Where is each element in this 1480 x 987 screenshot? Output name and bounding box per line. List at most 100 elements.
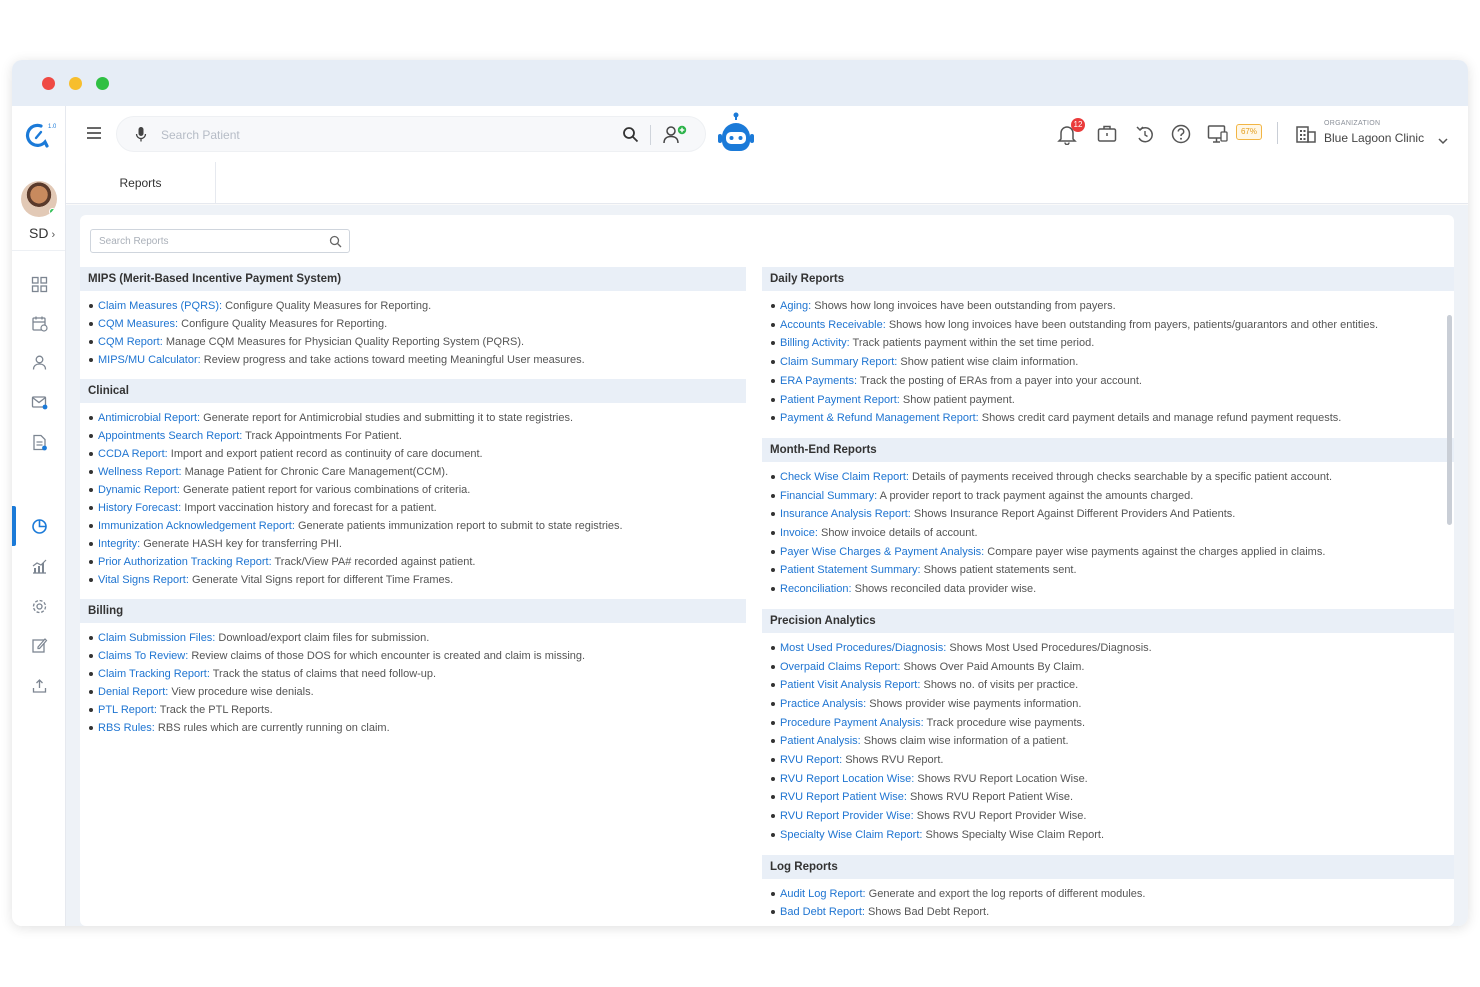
report-item: Claim Submission Files: Download/export … (88, 629, 746, 647)
app-logo-icon[interactable]: 1.0 (22, 120, 57, 150)
report-link[interactable]: CQM Report: (98, 336, 163, 348)
report-link[interactable]: RVU Report: (780, 754, 842, 766)
report-link[interactable]: Patient Visit Analysis Report: (780, 679, 920, 691)
user-menu[interactable]: SD › (29, 225, 55, 241)
briefcase-icon[interactable] (1096, 123, 1118, 145)
report-description: Compare payer wise payments against the … (984, 545, 1326, 558)
assistant-bot-icon[interactable] (716, 112, 756, 156)
report-link[interactable]: Check Wise Claim Report: (780, 471, 909, 483)
window-maximize-button[interactable] (96, 77, 109, 90)
scrollbar-thumb[interactable] (1447, 315, 1452, 525)
report-description: View procedure wise denials. (168, 686, 314, 698)
report-link[interactable]: Insurance Analysis Report: (780, 508, 911, 520)
report-description: Manage Patient for Chronic Care Manageme… (181, 466, 449, 478)
section-title: Daily Reports (762, 267, 1454, 291)
report-link[interactable]: Payer Wise Charges & Payment Analysis: (780, 546, 984, 558)
monitor-icon[interactable] (1207, 123, 1229, 145)
window-close-button[interactable] (42, 77, 55, 90)
search-divider (650, 125, 651, 145)
search-icon[interactable] (329, 235, 342, 248)
report-link[interactable]: Reconciliation: (780, 583, 852, 595)
report-link[interactable]: ERA Payments: (780, 375, 857, 387)
report-description: Shows claim wise information of a patien… (860, 735, 1069, 748)
report-link[interactable]: Financial Summary: (780, 490, 877, 502)
report-link[interactable]: RVU Report Provider Wise: (780, 810, 914, 822)
report-description: Shows credit card payment details and ma… (978, 412, 1342, 425)
report-link[interactable]: Accounts Receivable: (780, 319, 886, 331)
hamburger-menu-icon[interactable] (86, 126, 102, 140)
report-description: Download/export claim files for submissi… (215, 632, 430, 644)
report-link[interactable]: RVU Report Patient Wise: (780, 791, 907, 803)
report-link[interactable]: Appointments Search Report: (98, 430, 242, 442)
report-link[interactable]: PTL Report: (98, 704, 157, 716)
report-link[interactable]: Most Used Procedures/Diagnosis: (780, 642, 946, 654)
report-link[interactable]: Overpaid Claims Report: (780, 661, 900, 673)
section-title: Billing (80, 599, 746, 623)
sidebar-divider (12, 250, 65, 251)
report-link[interactable]: Practice Analysis: (780, 698, 866, 710)
report-item: Bad Debt Report: Shows Bad Debt Report. (770, 903, 1454, 922)
report-link[interactable]: RVU Report Location Wise: (780, 773, 914, 785)
report-link[interactable]: Vital Signs Report: (98, 574, 189, 586)
report-section: Precision Analytics Most Used Procedures/… (762, 608, 1454, 855)
report-link[interactable]: MIPS/MU Calculator: (98, 354, 201, 366)
report-item: Check Wise Claim Report: Details of paym… (770, 468, 1454, 487)
report-link[interactable]: History Forecast: (98, 502, 181, 514)
report-item: RVU Report Patient Wise: Shows RVU Repor… (770, 788, 1454, 807)
section-title: Month-End Reports (762, 437, 1454, 462)
reports-search-input[interactable] (99, 233, 319, 250)
report-link[interactable]: Claim Summary Report: (780, 356, 897, 368)
user-avatar[interactable] (21, 181, 57, 217)
report-link[interactable]: Claims To Review: (98, 650, 188, 662)
report-link[interactable]: Procedure Payment Analysis: (780, 717, 924, 729)
window-minimize-button[interactable] (69, 77, 82, 90)
report-link[interactable]: Payment & Refund Management Report: (780, 412, 979, 424)
report-link[interactable]: CQM Measures: (98, 318, 178, 330)
microphone-icon[interactable] (135, 126, 147, 143)
organization-selector[interactable]: Blue Lagoon Clinic (1324, 131, 1424, 145)
refresh-icon[interactable] (1134, 123, 1156, 145)
report-link[interactable]: Patient Payment Report: (780, 394, 900, 406)
documents-icon[interactable] (29, 432, 49, 452)
report-description: Generate patients immunization report to… (294, 520, 623, 532)
search-icon[interactable] (622, 126, 639, 143)
report-link[interactable]: Wellness Report: (98, 466, 182, 478)
schedule-icon[interactable] (29, 313, 49, 333)
tab-reports[interactable]: Reports (66, 162, 216, 204)
report-link[interactable]: Specialty Wise Claim Report: (780, 829, 922, 841)
report-link[interactable]: Denial Report: (98, 686, 168, 698)
report-link[interactable]: Patient Statement Summary: (780, 564, 921, 576)
report-link[interactable]: Aging: (780, 300, 811, 312)
report-link[interactable]: Claim Submission Files: (98, 632, 215, 644)
report-link[interactable]: Claim Measures (PQRS): (98, 300, 222, 312)
edit-icon[interactable] (29, 635, 49, 655)
section-title: Clinical (80, 379, 746, 403)
chevron-down-icon[interactable] (1438, 132, 1448, 145)
report-link[interactable]: Audit Log Report: (780, 888, 866, 900)
tab-bar: Reports (66, 162, 1468, 204)
report-item: Patient Statement Summary: Shows patient… (770, 561, 1454, 580)
report-link[interactable]: Integrity: (98, 538, 140, 550)
help-icon[interactable] (1170, 123, 1192, 145)
report-link[interactable]: Bad Debt Report: (780, 906, 865, 918)
report-link[interactable]: Invoice: (780, 527, 818, 539)
report-link[interactable]: Billing Activity: (780, 337, 850, 349)
report-link[interactable]: Dynamic Report: (98, 484, 180, 496)
messages-icon[interactable] (29, 392, 49, 412)
settings-icon[interactable] (29, 596, 49, 616)
add-patient-icon[interactable] (662, 125, 690, 145)
report-link[interactable]: RBS Rules: (98, 722, 155, 734)
report-link[interactable]: Patient Analysis: (780, 735, 861, 747)
upload-icon[interactable] (29, 675, 49, 695)
reports-icon[interactable] (29, 516, 49, 536)
report-link[interactable]: Immunization Acknowledgement Report: (98, 520, 295, 532)
report-link[interactable]: Claim Tracking Report: (98, 668, 210, 680)
report-link[interactable]: Antimicrobial Report: (98, 412, 200, 424)
report-link[interactable]: CCDA Report: (98, 448, 168, 460)
patient-search-input[interactable] (161, 125, 601, 145)
report-item: Vital Signs Report: Generate Vital Signs… (88, 571, 746, 589)
analytics-icon[interactable] (29, 556, 49, 576)
patient-icon[interactable] (29, 352, 49, 372)
dashboard-icon[interactable] (29, 274, 49, 294)
report-link[interactable]: Prior Authorization Tracking Report: (98, 556, 272, 568)
